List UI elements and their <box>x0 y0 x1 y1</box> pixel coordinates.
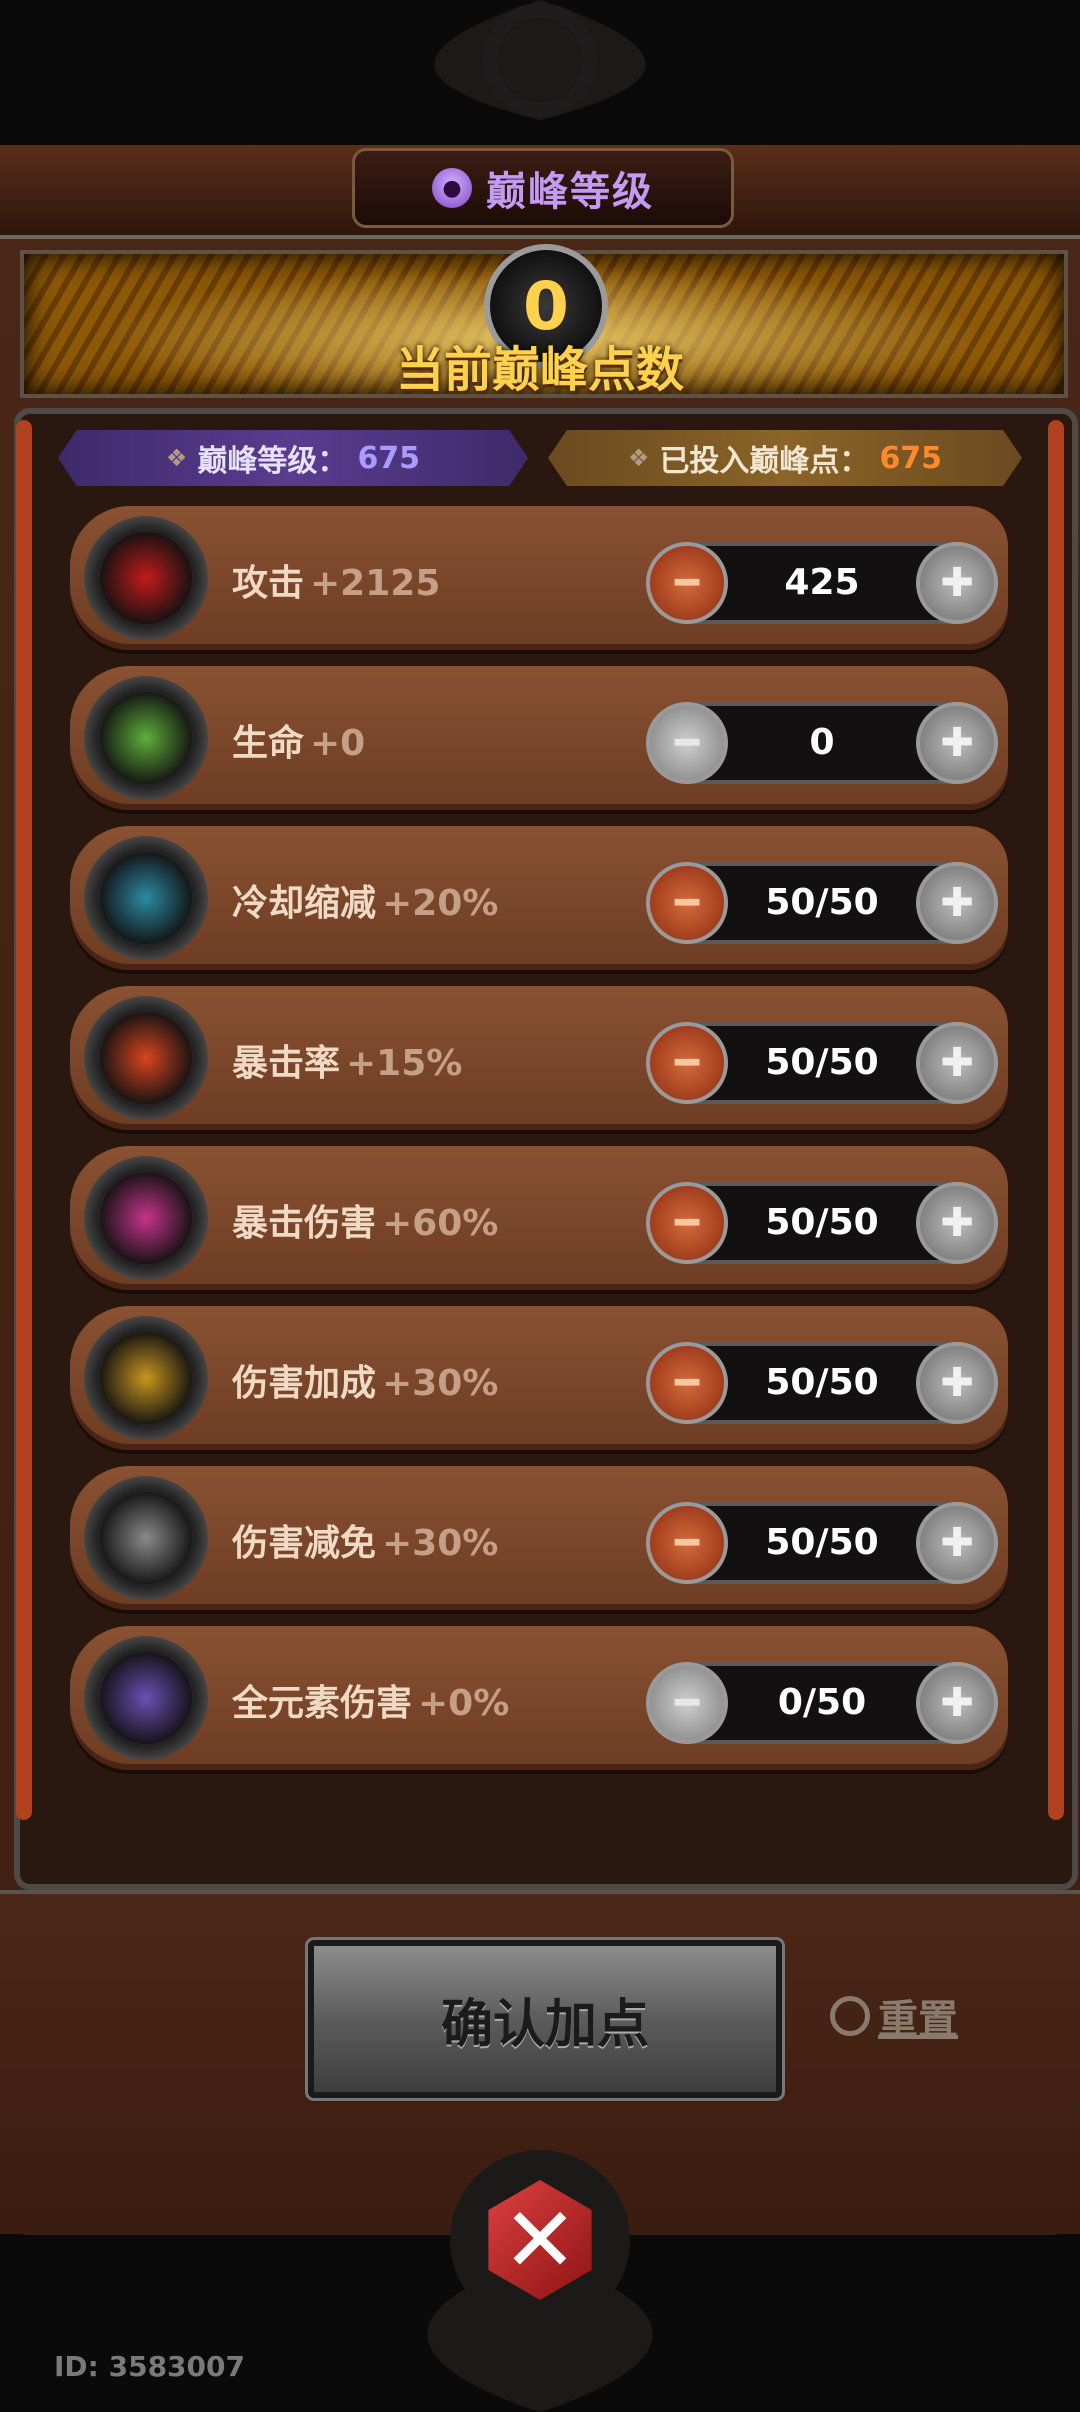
plus-icon: ✚ <box>940 720 974 766</box>
minus-icon: ━ <box>674 880 700 926</box>
current-points-label: 当前巅峰点数 <box>395 342 684 398</box>
attribute-name: 攻击 +2125 <box>232 563 441 604</box>
page-title: 巅峰等级 <box>486 169 654 215</box>
plus-button[interactable]: ✚ <box>916 1022 998 1104</box>
minus-icon: ━ <box>674 560 700 606</box>
plus-icon: ✚ <box>940 1200 974 1246</box>
minus-icon: ━ <box>674 1520 700 1566</box>
attribute-points-value: 0 <box>809 722 835 763</box>
title-plate: ● 巅峰等级 <box>352 148 734 228</box>
minus-icon: ━ <box>674 1200 700 1246</box>
attribute-name: 冷却缩减 +20% <box>232 883 499 924</box>
plus-icon: ✚ <box>940 560 974 606</box>
confirm-button[interactable]: 确认加点 <box>305 1937 785 2101</box>
peak-level-icon: ● <box>432 168 472 208</box>
reset-label: 重置 <box>878 1997 958 2043</box>
attribute-row: 攻击 +2125 ━ 425 ✚ <box>70 506 1008 650</box>
attribute-row: 冷却缩减 +20% ━ 50/50 ✚ <box>70 826 1008 970</box>
peak-level-label: 巅峰等级： <box>197 444 348 479</box>
attribute-row: 暴击率 +15% ━ 50/50 ✚ <box>70 986 1008 1130</box>
life-cross-icon <box>84 676 208 800</box>
attribute-row: 生命 +0 ━ 0 ✚ <box>70 666 1008 810</box>
minus-icon: ━ <box>674 1680 700 1726</box>
close-icon: ✕ <box>488 2180 592 2300</box>
attribute-row: 伤害加成 +30% ━ 50/50 ✚ <box>70 1306 1008 1450</box>
right-rail <box>1048 420 1064 1820</box>
invested-points-value: 675 <box>879 440 943 476</box>
plus-icon: ✚ <box>940 1680 974 1726</box>
attribute-bonus: +30% <box>382 1523 499 1564</box>
attribute-bonus: +20% <box>382 883 499 924</box>
damage-reduction-shield-icon <box>84 1476 208 1600</box>
plus-icon: ✚ <box>940 1040 974 1086</box>
plus-icon: ✚ <box>940 880 974 926</box>
attribute-points-value: 425 <box>784 562 860 603</box>
attribute-stepper: ━ 0 ✚ <box>646 702 998 784</box>
invested-points-info: ❖ 已投入巅峰点： 675 <box>548 430 1022 486</box>
attribute-bonus: +60% <box>382 1203 499 1244</box>
close-button[interactable]: ✕ <box>450 2150 630 2330</box>
plus-button[interactable]: ✚ <box>916 862 998 944</box>
attribute-stepper: ━ 425 ✚ <box>646 542 998 624</box>
attribute-name: 暴击率 +15% <box>232 1043 463 1084</box>
invested-points-label: 已投入巅峰点： <box>659 444 870 479</box>
attribute-name: 伤害加成 +30% <box>232 1363 499 1404</box>
attribute-bonus: +0% <box>418 1683 510 1724</box>
plus-button[interactable]: ✚ <box>916 1182 998 1264</box>
attribute-points-value: 50/50 <box>765 1522 879 1563</box>
reset-button[interactable]: 重置 <box>830 1986 958 2046</box>
peak-level-info: ❖ 巅峰等级： 675 <box>58 430 528 486</box>
attribute-points-value: 50/50 <box>765 1202 879 1243</box>
attribute-name: 伤害减免 +30% <box>232 1523 499 1564</box>
attribute-bonus: +15% <box>346 1043 463 1084</box>
plus-icon: ✚ <box>940 1360 974 1406</box>
attribute-points-value: 50/50 <box>765 1042 879 1083</box>
attribute-stepper: ━ 0/50 ✚ <box>646 1662 998 1744</box>
attribute-points-value: 0/50 <box>777 1682 867 1723</box>
attribute-name: 全元素伤害 +0% <box>232 1683 510 1724</box>
attribute-points-value: 50/50 <box>765 1362 879 1403</box>
attribute-stepper: ━ 50/50 ✚ <box>646 1182 998 1264</box>
attribute-bonus: +30% <box>382 1363 499 1404</box>
refresh-icon <box>830 1996 870 2036</box>
attribute-name: 暴击伤害 +60% <box>232 1203 499 1244</box>
plus-button[interactable]: ✚ <box>916 1502 998 1584</box>
peak-level-value: 675 <box>357 440 421 476</box>
attribute-row: 全元素伤害 +0% ━ 0/50 ✚ <box>70 1626 1008 1770</box>
cooldown-clock-icon <box>84 836 208 960</box>
diamond-icon: ❖ <box>627 444 650 472</box>
attribute-stepper: ━ 50/50 ✚ <box>646 1022 998 1104</box>
attribute-points-value: 50/50 <box>765 882 879 923</box>
player-id: ID: 3583007 <box>54 2350 245 2383</box>
crit-damage-arrow-icon <box>84 1156 208 1280</box>
plus-button[interactable]: ✚ <box>916 1342 998 1424</box>
damage-bonus-bolt-icon <box>84 1316 208 1440</box>
attribute-row: 伤害减免 +30% ━ 50/50 ✚ <box>70 1466 1008 1610</box>
minus-icon: ━ <box>674 720 700 766</box>
attribute-stepper: ━ 50/50 ✚ <box>646 1342 998 1424</box>
left-rail <box>16 420 32 1820</box>
attack-target-icon <box>84 516 208 640</box>
minus-icon: ━ <box>674 1040 700 1086</box>
attribute-bonus: +0 <box>310 723 366 764</box>
minus-icon: ━ <box>674 1360 700 1406</box>
attribute-name: 生命 +0 <box>232 723 366 764</box>
plus-button[interactable]: ✚ <box>916 702 998 784</box>
all-element-orbs-icon <box>84 1636 208 1760</box>
plus-icon: ✚ <box>940 1520 974 1566</box>
attribute-stepper: ━ 50/50 ✚ <box>646 862 998 944</box>
attribute-stepper: ━ 50/50 ✚ <box>646 1502 998 1584</box>
diamond-icon: ❖ <box>165 444 188 472</box>
attribute-bonus: +2125 <box>310 563 441 604</box>
crit-rate-spike-icon <box>84 996 208 1120</box>
plus-button[interactable]: ✚ <box>916 542 998 624</box>
plus-button[interactable]: ✚ <box>916 1662 998 1744</box>
attribute-row: 暴击伤害 +60% ━ 50/50 ✚ <box>70 1146 1008 1290</box>
